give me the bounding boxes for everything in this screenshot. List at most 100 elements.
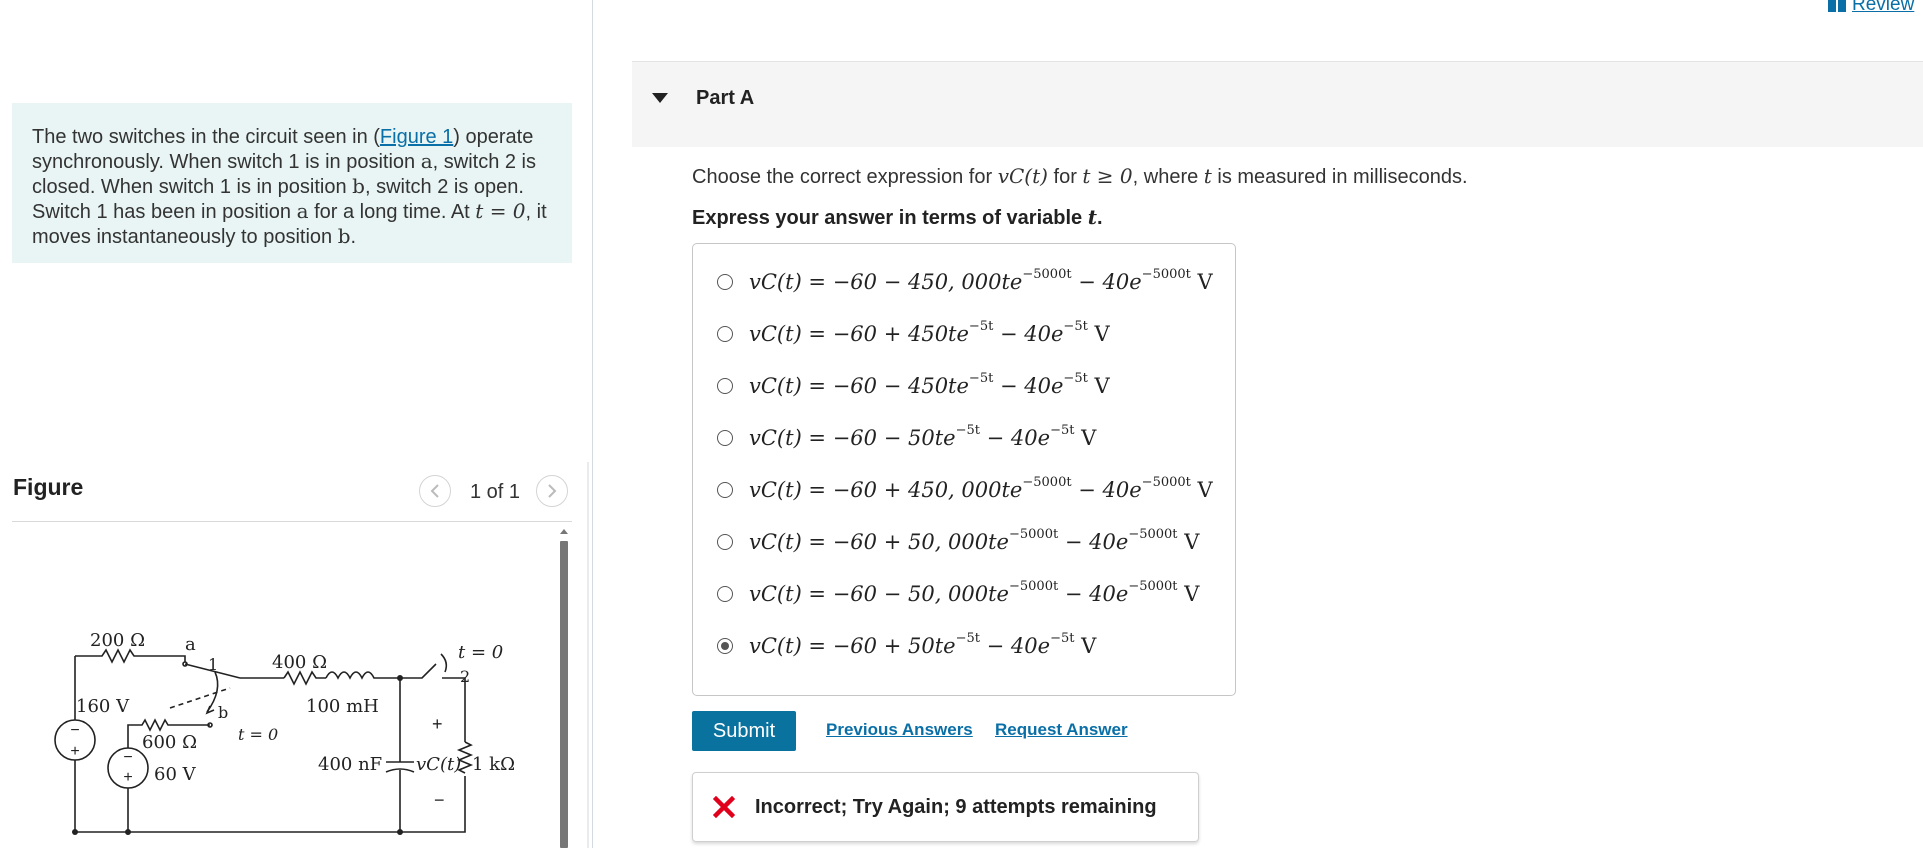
- position-label: a: [420, 149, 433, 173]
- expression-part: −5t: [1063, 371, 1088, 386]
- expression-part: V: [1190, 478, 1213, 502]
- expression-part: − 40e: [1071, 478, 1142, 502]
- circuit-diagram: − + − + 200 Ω a 1 400 Ω t = 0 2 160 V b …: [54, 630, 515, 835]
- pane-divider[interactable]: [592, 0, 593, 848]
- answer-choice[interactable]: vC(t) = −60 + 450te−5t − 40e−5t V: [717, 314, 1110, 354]
- previous-answers-link[interactable]: Previous Answers: [826, 720, 973, 740]
- radio-button[interactable]: [717, 482, 733, 498]
- choice-expression: vC(t) = −60 − 450, 000te−5000t − 40e−500…: [749, 267, 1213, 294]
- previous-figure-button[interactable]: [419, 475, 451, 507]
- question-variable: vC(t): [997, 164, 1048, 188]
- scroll-track: [587, 462, 589, 848]
- label-switch2-pos2: 2: [460, 667, 470, 686]
- radio-button[interactable]: [717, 430, 733, 446]
- chevron-left-icon: [430, 484, 439, 498]
- label-200-ohm: 200 Ω: [90, 630, 145, 651]
- submit-button[interactable]: Submit: [692, 711, 796, 751]
- answer-choice[interactable]: vC(t) = −60 + 50, 000te−5000t − 40e−5000…: [717, 522, 1199, 562]
- label-100-mh: 100 mH: [306, 696, 379, 717]
- label-400-ohm: 400 Ω: [272, 652, 327, 673]
- next-figure-button[interactable]: [536, 475, 568, 507]
- expression-part: − 40e: [1058, 582, 1129, 606]
- answer-choice[interactable]: vC(t) = −60 + 450, 000te−5000t − 40e−500…: [717, 470, 1213, 510]
- svg-text:−: −: [123, 749, 132, 766]
- expression-part: V: [1087, 374, 1110, 398]
- expression-part: V: [1177, 582, 1200, 606]
- expression-part: −5000t: [1128, 527, 1178, 542]
- expression-part: vC(t) = −60 + 50te: [749, 634, 956, 658]
- expression-part: −5t: [1063, 319, 1088, 334]
- expression-part: vC(t) = −60 + 50, 000te: [749, 530, 1009, 554]
- expression-part: −5t: [1050, 631, 1075, 646]
- answer-choice[interactable]: vC(t) = −60 − 450te−5t − 40e−5t V: [717, 366, 1110, 406]
- question-condition: t ≥ 0: [1082, 164, 1133, 188]
- problem-text: .: [350, 226, 357, 248]
- radio-button[interactable]: [717, 378, 733, 394]
- figure-counter: 1 of 1: [470, 481, 521, 503]
- label-160-volt: 160 V: [76, 696, 130, 717]
- problem-text: for a long time. At: [308, 201, 476, 223]
- label-1-kohm: 1 kΩ: [472, 754, 515, 775]
- caret-down-icon[interactable]: [652, 93, 668, 103]
- label-b: b: [218, 703, 228, 722]
- answer-choices: vC(t) = −60 − 450, 000te−5000t − 40e−500…: [692, 243, 1236, 696]
- review-label: Review: [1852, 0, 1915, 15]
- answer-choice[interactable]: vC(t) = −60 − 50, 000te−5000t − 40e−5000…: [717, 574, 1199, 614]
- divider: [12, 521, 572, 522]
- x-icon: [713, 796, 735, 818]
- radio-button[interactable]: [717, 534, 733, 550]
- expression-part: −5t: [968, 319, 994, 334]
- question-text: Choose the correct expression for vC(t) …: [692, 164, 1468, 188]
- request-answer-link[interactable]: Request Answer: [995, 720, 1128, 740]
- label-t0-switch2: t = 0: [458, 642, 503, 663]
- answer-choice[interactable]: vC(t) = −60 − 450, 000te−5000t − 40e−500…: [717, 262, 1213, 302]
- svg-text:+: +: [123, 769, 132, 786]
- choice-expression: vC(t) = −60 − 450te−5t − 40e−5t V: [749, 371, 1110, 398]
- label-t0-switch1: t = 0: [238, 725, 278, 744]
- radio-button[interactable]: [717, 274, 733, 290]
- position-label: b: [337, 224, 351, 248]
- expression-part: −5000t: [1022, 475, 1072, 490]
- choice-expression: vC(t) = −60 + 450, 000te−5000t − 40e−500…: [749, 475, 1213, 502]
- expression-part: vC(t) = −60 − 450te: [749, 374, 969, 398]
- answer-instruction: Express your answer in terms of variable…: [692, 205, 1103, 229]
- choice-expression: vC(t) = −60 + 50, 000te−5000t − 40e−5000…: [749, 527, 1199, 554]
- label-cap-plus: +: [432, 714, 443, 734]
- label-cap-minus: −: [434, 790, 445, 810]
- expression-part: −5000t: [1141, 475, 1191, 490]
- choice-expression: vC(t) = −60 + 450te−5t − 40e−5t V: [749, 319, 1110, 346]
- time-equation: t = 0: [475, 199, 526, 223]
- radio-selected[interactable]: [717, 638, 733, 654]
- label-switch1-pos1: 1: [208, 655, 218, 674]
- scrollbar-thumb[interactable]: [560, 541, 568, 848]
- part-title: Part A: [696, 87, 755, 109]
- expression-part: vC(t) = −60 − 50te: [749, 426, 956, 450]
- expression-part: − 40e: [993, 322, 1064, 346]
- expression-part: vC(t) = −60 − 450, 000te: [749, 270, 1023, 294]
- label-600-ohm: 600 Ω: [142, 732, 197, 753]
- expression-part: V: [1190, 270, 1213, 294]
- expression-part: V: [1087, 322, 1110, 346]
- expression-part: −5t: [968, 371, 994, 386]
- label-a: a: [185, 634, 196, 655]
- answer-choice[interactable]: vC(t) = −60 − 50te−5t − 40e−5t V: [717, 418, 1096, 458]
- expression-part: −5000t: [1022, 267, 1072, 282]
- figure-link[interactable]: Figure 1: [380, 126, 453, 148]
- expression-part: − 40e: [1071, 270, 1142, 294]
- choice-expression: vC(t) = −60 − 50te−5t − 40e−5t V: [749, 423, 1096, 450]
- answer-choice[interactable]: vC(t) = −60 + 50te−5t − 40e−5t V: [717, 626, 1096, 666]
- expression-part: − 40e: [979, 634, 1051, 658]
- part-header[interactable]: Part A: [632, 61, 1923, 147]
- left-pane: The two switches in the circuit seen in …: [0, 0, 592, 848]
- chevron-right-icon: [548, 484, 557, 498]
- label-vc: vC(t): [416, 754, 461, 775]
- problem-text: The two switches in the circuit seen in …: [32, 126, 380, 148]
- radio-button[interactable]: [717, 326, 733, 342]
- expression-part: −5000t: [1141, 267, 1191, 282]
- feedback-text: Incorrect; Try Again; 9 attempts remaini…: [755, 795, 1157, 818]
- expression-part: vC(t) = −60 + 450, 000te: [749, 478, 1023, 502]
- review-link[interactable]: Review: [1828, 0, 1914, 16]
- scroll-up-arrow-icon[interactable]: [559, 527, 569, 537]
- position-label: a: [296, 199, 309, 223]
- radio-button[interactable]: [717, 586, 733, 602]
